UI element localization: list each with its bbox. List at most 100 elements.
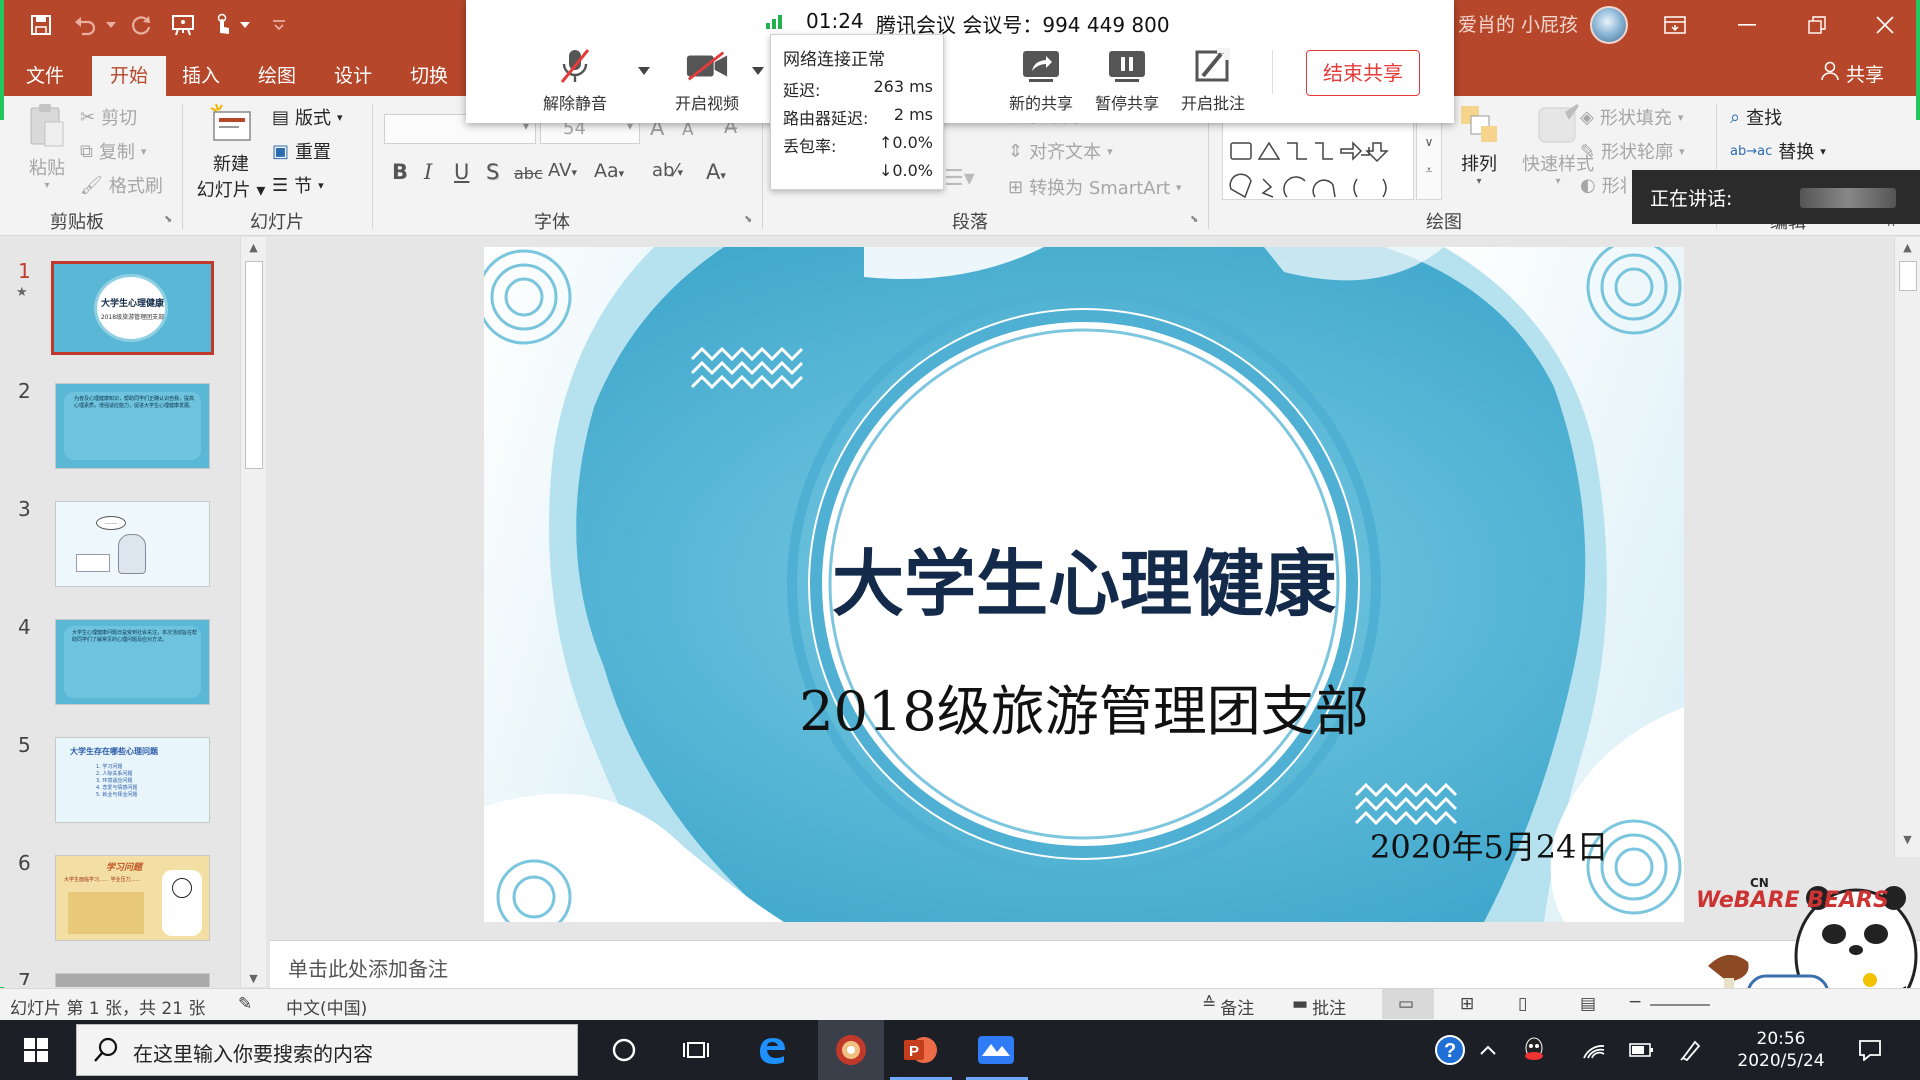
tab-file[interactable]: 文件 (20, 56, 70, 96)
save-icon[interactable] (26, 10, 56, 40)
dialog-launcher-icon[interactable]: ⬊ (164, 214, 172, 225)
minimize-icon[interactable] (1712, 0, 1782, 50)
section-button[interactable]: ☰ 节 ▾ (272, 172, 324, 198)
new-share-button[interactable]: 新的共享 (996, 48, 1086, 114)
replace-button[interactable]: ab→ac 替换 ▾ (1730, 138, 1826, 164)
thumbnail-7[interactable] (55, 973, 210, 987)
notes-placeholder[interactable]: 单击此处添加备注 (288, 953, 448, 982)
reset-button[interactable]: ▣ 重置 (272, 138, 331, 164)
share-button[interactable]: 共享 (1820, 60, 1884, 87)
redo-icon[interactable] (126, 10, 156, 40)
find-button[interactable]: ⌕ 查找 (1730, 104, 1782, 130)
unmute-button[interactable]: 解除静音 (530, 48, 620, 114)
touch-dropdown-icon[interactable] (238, 10, 252, 40)
bold-button[interactable]: B (392, 160, 408, 184)
slide-title[interactable]: 大学生心理健康 (484, 525, 1684, 630)
customize-icon[interactable] (264, 10, 294, 40)
thumbnail-3[interactable]: …… (55, 501, 210, 587)
shape-effects-button[interactable]: ◐形状效果 (1580, 172, 1626, 198)
spellcheck-icon[interactable]: ✎ (238, 994, 252, 1014)
taskbar-app-photos[interactable] (818, 1020, 884, 1080)
edge-icon[interactable] (744, 1028, 800, 1072)
start-video-button[interactable]: 开启视频 (662, 48, 752, 114)
editor-scrollbar[interactable]: ▲ ▼ (1894, 237, 1920, 857)
tencent-meeting-icon[interactable] (968, 1028, 1024, 1072)
battery-icon[interactable] (1624, 1028, 1660, 1072)
task-view-icon[interactable] (668, 1028, 724, 1072)
close-icon[interactable] (1850, 0, 1920, 50)
presenter-icon[interactable] (168, 10, 198, 40)
audio-dropdown-icon[interactable] (638, 60, 650, 79)
notification-center-icon[interactable] (1844, 1028, 1896, 1072)
copy-button[interactable]: ⧉ 复制 ▾ (80, 138, 146, 164)
change-case-button[interactable]: Aa▾ (594, 160, 624, 182)
more-shapes-icon[interactable]: ⩡ (1417, 163, 1441, 178)
touch-mode-icon[interactable] (208, 10, 238, 40)
editor-scroll-up-icon[interactable]: ▲ (1895, 241, 1920, 254)
avatar[interactable] (1590, 6, 1628, 44)
thumbnail-6[interactable]: 学习问题 大学生面临学习…… 学业压力…… (55, 855, 210, 941)
shrink-font-button[interactable]: A (682, 120, 694, 140)
italic-button[interactable]: I (424, 160, 432, 184)
cut-button[interactable]: ✂ 剪切 (80, 104, 137, 130)
char-spacing-button[interactable]: AV▾ (548, 160, 577, 181)
thumbnail-4[interactable]: 大学生心理健康问题日益受到社会关注，本次活动旨在帮助同学们了解常见的心理问题及应… (55, 619, 210, 705)
tab-design[interactable]: 设计 (328, 56, 378, 96)
tab-insert[interactable]: 插入 (176, 56, 226, 96)
line-spacing-icon[interactable]: ☰▾ (944, 166, 975, 191)
scroll-down-icon[interactable]: ▼ (241, 972, 266, 985)
taskbar-search-box[interactable]: 在这里输入你要搜索的内容 (76, 1024, 578, 1076)
zoom-out-icon[interactable]: − (1628, 992, 1642, 1012)
shape-outline-button[interactable]: ✎ 形状轮廓 ▾ (1580, 138, 1685, 164)
slide-subtitle[interactable]: 2018级旅游管理团支部 (484, 667, 1684, 746)
powerpoint-icon[interactable]: P (892, 1028, 948, 1072)
shape-fill-button[interactable]: ◈ 形状填充 ▾ (1580, 104, 1683, 130)
slide-sorter-icon[interactable]: ⊞ (1460, 994, 1474, 1014)
language-indicator[interactable]: 中文(中国) (286, 994, 367, 1019)
qq-icon[interactable] (1516, 1028, 1552, 1072)
undo-dropdown-icon[interactable] (104, 10, 118, 40)
pause-share-button[interactable]: 暂停共享 (1082, 48, 1172, 114)
editor-scroll-thumb[interactable] (1899, 261, 1917, 291)
highlight-icon[interactable]: ab⁄▾ (652, 160, 683, 181)
editor-scroll-down-icon[interactable]: ▼ (1895, 833, 1920, 846)
end-share-button[interactable]: 结束共享 (1306, 50, 1420, 96)
underline-button[interactable]: U (454, 160, 469, 184)
slideshow-icon[interactable]: ▤ (1580, 994, 1596, 1014)
align-text-button[interactable]: ⇕ 对齐文本 ▾ (1008, 138, 1113, 164)
tab-draw[interactable]: 绘图 (252, 56, 302, 96)
scroll-thumb[interactable] (245, 261, 263, 469)
tab-transitions[interactable]: 切换 (404, 56, 454, 96)
slide-date[interactable]: 2020年5月24日 (1370, 822, 1609, 868)
format-painter-button[interactable]: 🖌 格式刷 (80, 172, 163, 198)
video-dropdown-icon[interactable] (752, 60, 764, 79)
undo-icon[interactable] (70, 10, 100, 40)
wifi-icon[interactable] (1576, 1028, 1612, 1072)
slide-canvas[interactable]: 大学生心理健康 2018级旅游管理团支部 2020年5月24日 (484, 247, 1684, 922)
cortana-icon[interactable] (596, 1028, 652, 1072)
paste-button[interactable]: 粘贴 ▾ (24, 102, 70, 191)
strikethrough-button[interactable]: abc (514, 164, 543, 183)
shadow-button[interactable]: S (486, 160, 499, 184)
thumbnail-1[interactable]: 大学生心理健康 2018级旅游管理团支部 (51, 261, 214, 355)
user-name[interactable]: 爱肖的 小屁孩 (1458, 10, 1578, 37)
restore-icon[interactable] (1782, 0, 1852, 50)
reading-view-icon[interactable]: ▯ (1518, 994, 1527, 1014)
ribbon-display-icon[interactable] (1640, 0, 1710, 50)
new-slide-button[interactable]: 新建 幻灯片 ▾ (196, 102, 266, 202)
pen-workspace-icon[interactable] (1672, 1028, 1708, 1072)
notes-toggle-button[interactable]: ≙ 备注 (1202, 994, 1254, 1019)
paragraph-dialog-launcher-icon[interactable]: ⬊ (1190, 214, 1198, 225)
system-clock[interactable]: 20:56 2020/5/24 (1726, 1028, 1836, 1072)
layout-button[interactable]: ▤ 版式 ▾ (272, 104, 343, 130)
thumbnails-scrollbar[interactable]: ▲ ▼ (240, 237, 266, 987)
windows-start-icon[interactable] (8, 1028, 64, 1072)
annotate-button[interactable]: 开启批注 (1168, 48, 1258, 114)
zoom-slider[interactable] (1650, 1004, 1710, 1006)
smartart-button[interactable]: ⊞ 转换为 SmartArt ▾ (1008, 174, 1182, 200)
comments-button[interactable]: ▬ 批注 (1292, 994, 1346, 1019)
font-dialog-launcher-icon[interactable]: ⬊ (744, 214, 752, 225)
notes-pane[interactable]: 单击此处添加备注 (270, 940, 1920, 988)
thumbnail-5[interactable]: 大学生存在哪些心理问题 1. 学习问题 2. 人际关系问题 3. 环境适应问题 4. … (55, 737, 210, 823)
chevron-up-icon[interactable] (1470, 1028, 1506, 1072)
